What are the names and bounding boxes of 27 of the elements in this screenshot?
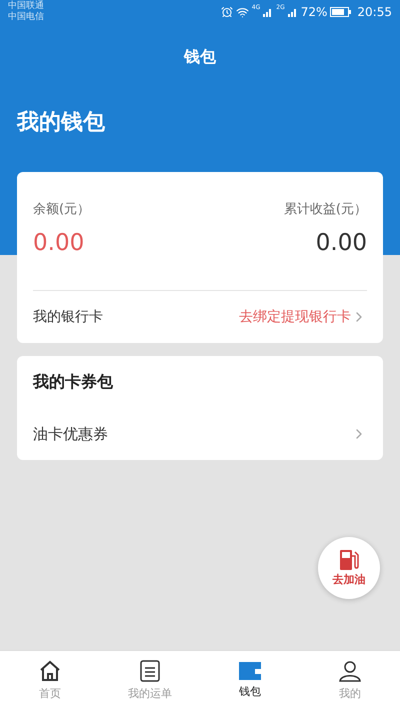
coupon-card-title: 我的卡券包 xyxy=(33,371,113,393)
clock-time: 20:55 xyxy=(357,4,392,21)
signal-icon xyxy=(263,7,274,17)
bank-card-label: 我的银行卡 xyxy=(33,308,103,326)
carrier-name: 中国联通 xyxy=(8,1,44,12)
bank-card-row[interactable]: 我的银行卡 去绑定提现银行卡 xyxy=(33,291,367,343)
carrier-name: 中国电信 xyxy=(8,12,44,23)
coupon-label: 油卡优惠券 xyxy=(33,424,108,445)
wifi-icon xyxy=(236,6,249,18)
balance-label: 余额(元） xyxy=(33,201,90,219)
battery-percent: 72% xyxy=(300,4,328,21)
refuel-button[interactable]: 去加油 xyxy=(318,537,380,599)
earnings-label: 累计收益(元） xyxy=(284,201,367,219)
nav-tab[interactable]: 我的 xyxy=(300,651,400,711)
fuel-pump-icon xyxy=(338,548,360,572)
balance-value: 0.00 xyxy=(33,228,86,258)
page-title: 我的钱包 xyxy=(17,110,105,135)
alarm-icon xyxy=(220,6,233,18)
signal-icon xyxy=(288,7,298,17)
battery-icon xyxy=(330,7,352,17)
earnings-value: 0.00 xyxy=(316,228,367,258)
nav-tab[interactable]: 我的运单 xyxy=(100,651,200,711)
bind-bank-card-link[interactable]: 去绑定提现银行卡 xyxy=(239,306,351,328)
coupon-row[interactable]: 油卡优惠券 xyxy=(33,408,367,460)
nav-tab[interactable]: 钱包 xyxy=(200,651,300,711)
nav-tab[interactable]: 首页 xyxy=(0,651,100,711)
header-title: 钱包 xyxy=(184,46,216,68)
